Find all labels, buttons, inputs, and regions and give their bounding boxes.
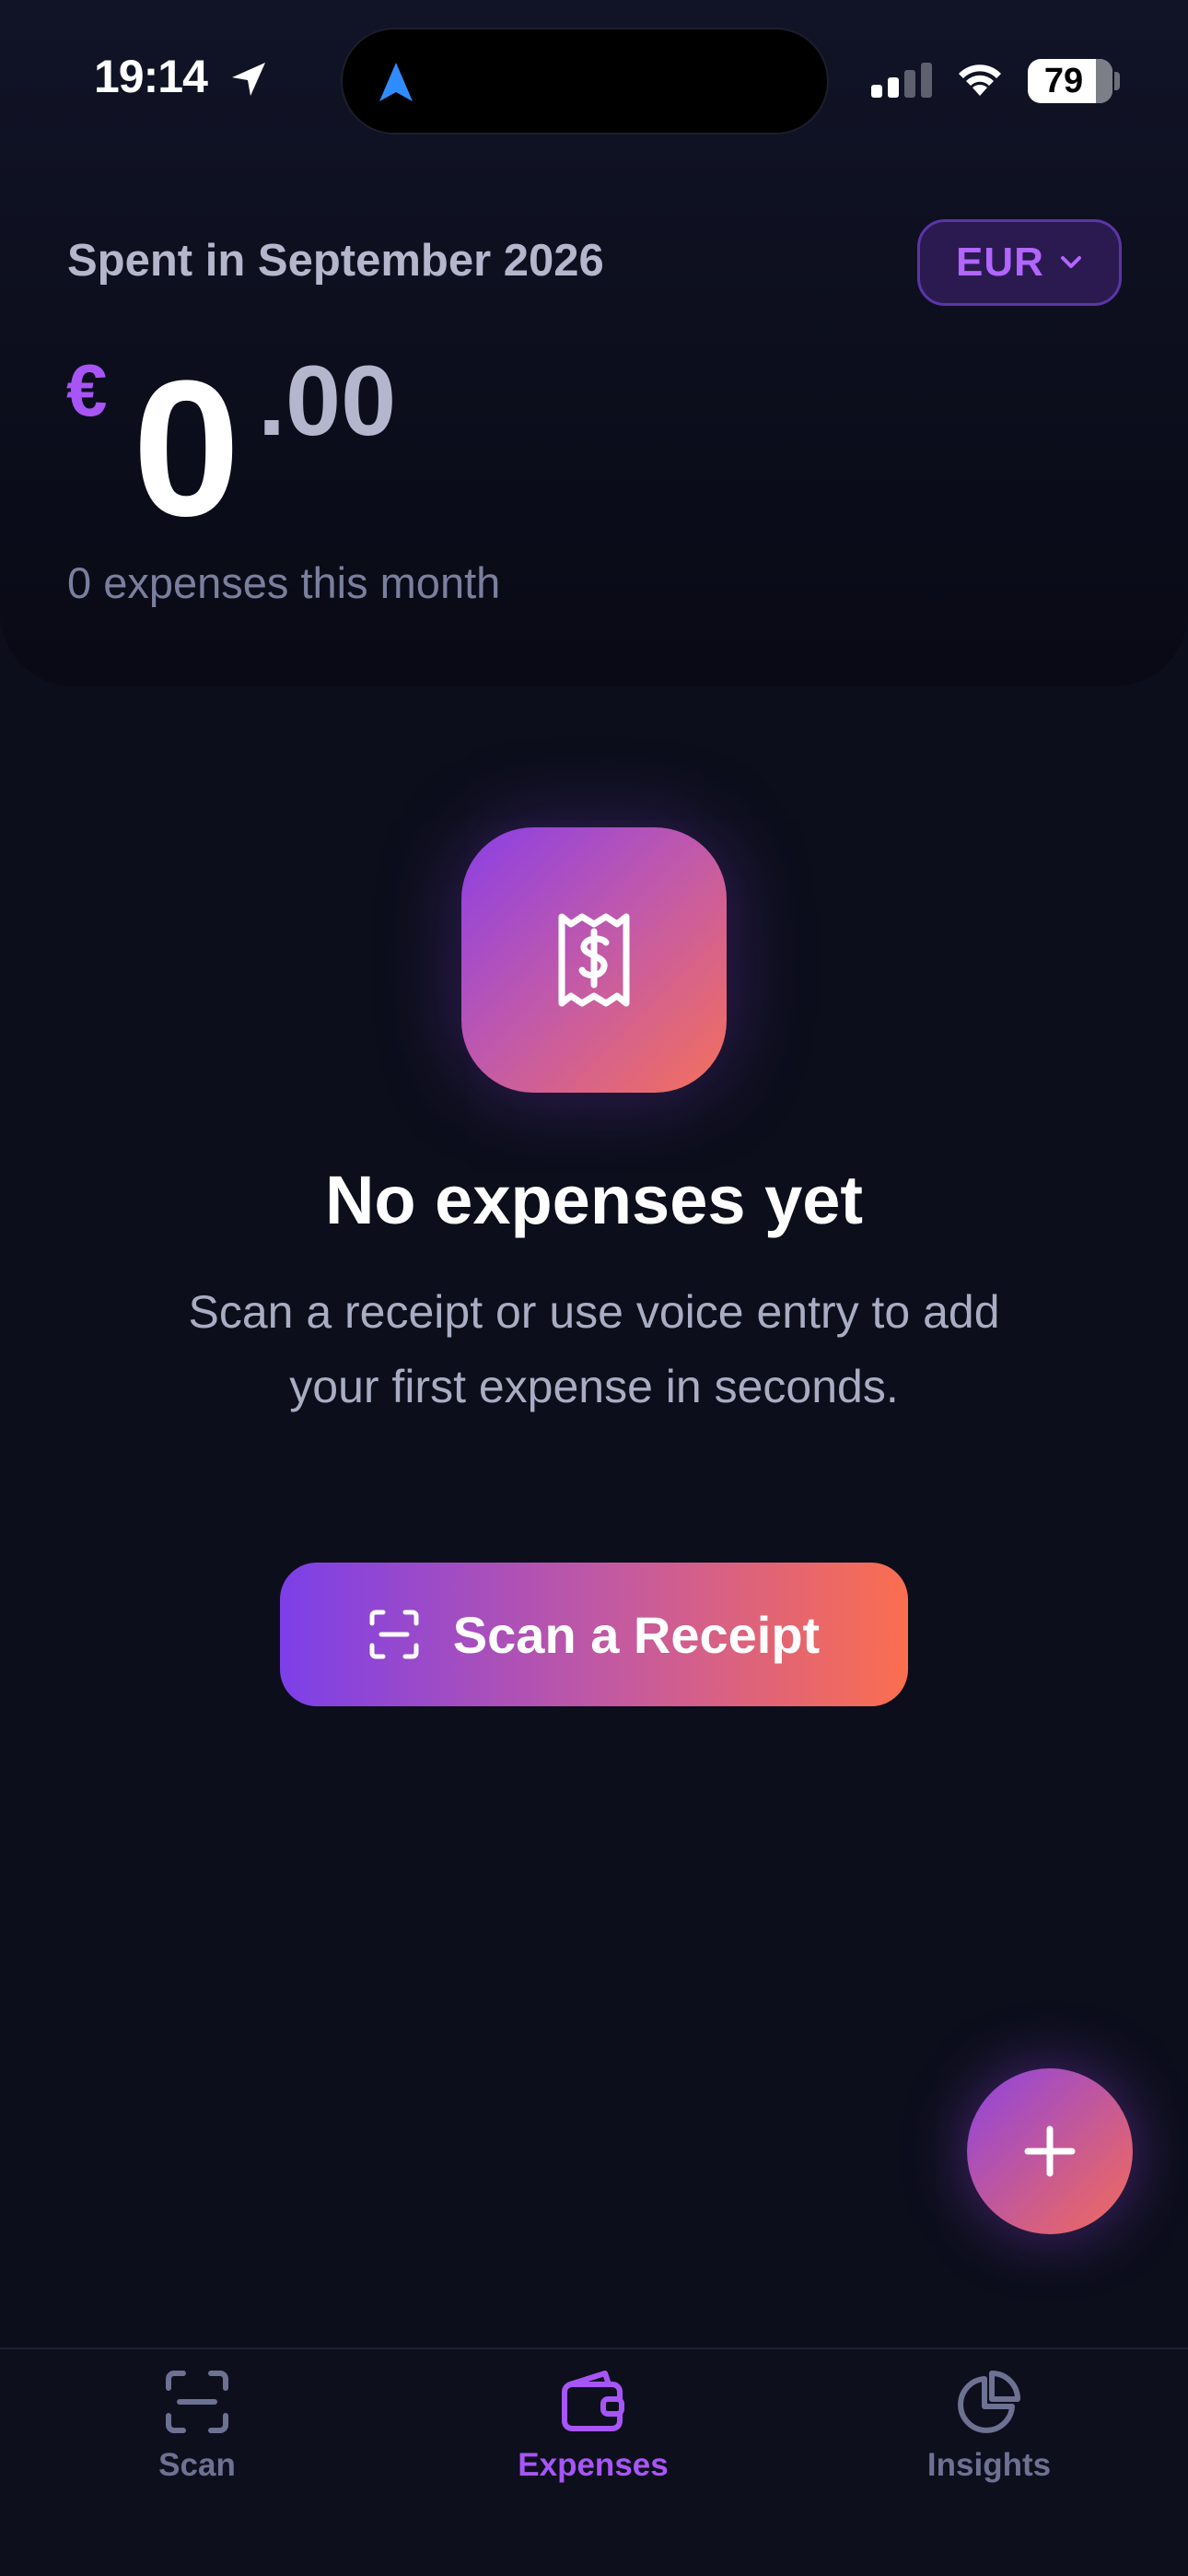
tab-insights[interactable]: Insights — [869, 2368, 1109, 2506]
currency-selector[interactable]: EUR — [917, 219, 1122, 306]
wallet-icon — [562, 2371, 624, 2431]
amount-decimal: .00 — [258, 345, 397, 456]
status-bar: 19:14 79 — [0, 0, 1188, 157]
receipt-illustration — [461, 827, 727, 1093]
status-time: 19:14 — [94, 51, 208, 102]
currency-code: EUR — [956, 240, 1044, 285]
expense-count: 0 expenses this month — [67, 558, 501, 607]
navigation-arrow-icon — [379, 63, 413, 101]
chevron-down-icon — [1060, 256, 1081, 268]
tab-expenses[interactable]: Expenses — [473, 2368, 713, 2506]
cellular-signal-icon — [871, 63, 932, 98]
tab-expenses-label: Expenses — [518, 2447, 669, 2483]
tab-bar: Scan Expenses Insights — [0, 2348, 1188, 2576]
spent-label: Spent in September 2026 — [67, 236, 604, 286]
add-expense-button[interactable] — [967, 2068, 1133, 2234]
pie-chart-icon — [958, 2371, 1020, 2433]
scan-receipt-button[interactable]: Scan a Receipt — [280, 1563, 908, 1706]
scan-icon — [166, 2371, 228, 2433]
tab-scan-label: Scan — [158, 2447, 236, 2483]
scan-icon — [369, 1610, 419, 1659]
plus-icon — [1024, 2125, 1076, 2177]
battery-cap — [1114, 72, 1120, 90]
dynamic-island — [341, 28, 829, 135]
amount-integer: 0 — [133, 340, 240, 556]
battery-level: 79 — [1043, 62, 1084, 100]
screen: Spent in September 2026 EUR € 0 .00 0 ex… — [0, 0, 1188, 2576]
wifi-icon — [959, 64, 1001, 96]
empty-state-description: Scan a receipt or use voice entry to add… — [188, 1286, 1000, 1412]
location-arrow-icon — [232, 63, 265, 96]
scan-receipt-label: Scan a Receipt — [452, 1605, 821, 1664]
currency-symbol: € — [66, 349, 108, 431]
battery-indicator: 79 — [1028, 59, 1112, 103]
empty-state-title: No expenses yet — [324, 1162, 864, 1238]
receipt-icon — [558, 913, 630, 1007]
tab-scan[interactable]: Scan — [77, 2368, 317, 2506]
tab-insights-label: Insights — [926, 2447, 1052, 2483]
